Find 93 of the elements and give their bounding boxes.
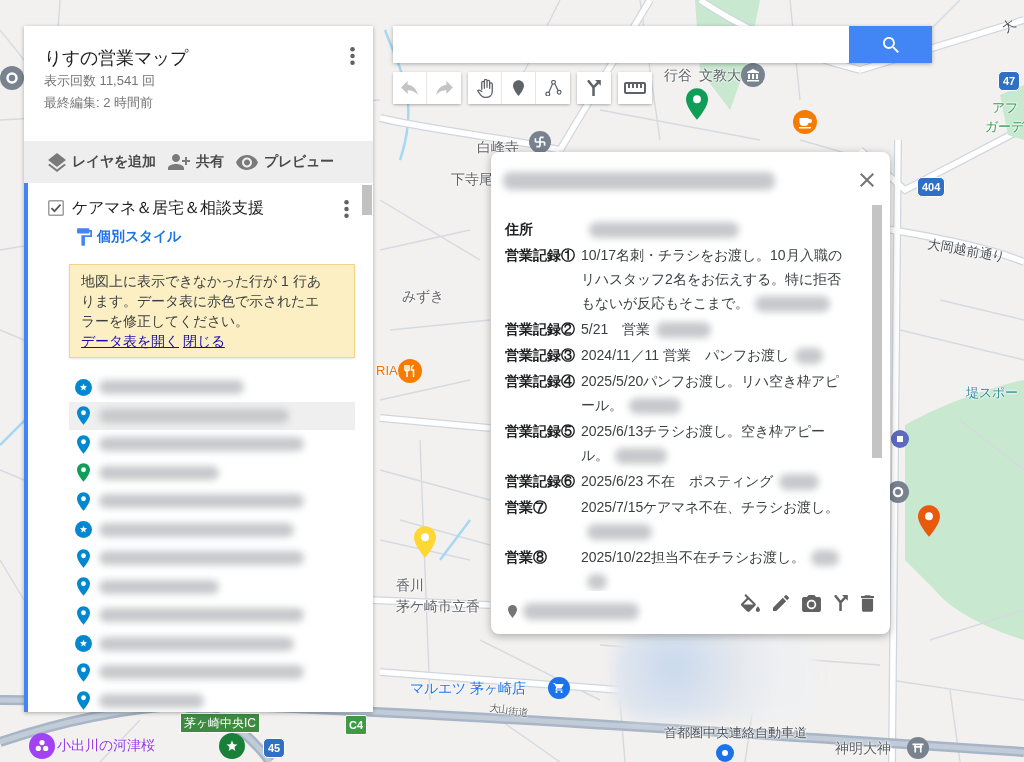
layer-name: ケアマネ＆居宅＆相談支援: [72, 197, 265, 218]
ruler-icon: [624, 82, 646, 94]
layers-icon: [48, 152, 66, 172]
landmark-label: 小出川の河津桜: [57, 737, 155, 753]
road-label: 大山街道: [488, 702, 530, 720]
field-label: 営業記録⑥: [505, 472, 576, 491]
place-label: 文教大: [699, 67, 741, 83]
place-label: 行谷: [664, 67, 692, 83]
scrollbar-thumb[interactable]: [362, 185, 372, 215]
field-value: 2025/5/20パンフお渡し。リハ空き枠アピール。: [581, 372, 841, 417]
preview-button[interactable]: プレビュー: [236, 153, 334, 171]
pencil-icon[interactable]: [773, 595, 789, 611]
directions-button[interactable]: [577, 72, 611, 104]
directions-icon: [587, 80, 601, 96]
more-options-icon[interactable]: [344, 199, 349, 218]
place-label: 下寺尾: [451, 171, 493, 187]
eye-icon: [236, 154, 258, 170]
paint-roller-icon: [77, 228, 92, 246]
road-label: 首都圏中央連絡自動車道: [664, 725, 807, 741]
place-label: 神明大神: [835, 740, 891, 756]
route-shield: 404: [917, 177, 946, 197]
shop-label: マルエツ 茅ヶ崎店: [410, 680, 526, 696]
place-label: みずき: [402, 288, 444, 304]
park-label: ガーデ: [985, 119, 1024, 135]
field-value: 2024/11／11 営業 パンフお渡し: [581, 343, 844, 367]
road-label: 大岡越前通り: [926, 236, 1007, 266]
field-value: 2025/6/23 不在 ポスティング: [581, 469, 844, 493]
field-value: 10/17名刺・チラシをお渡し。10月入職のリハスタッフ2名をお伝えする。特に拒否もないが反応もそこまで。: [581, 246, 843, 315]
paint-bucket-icon[interactable]: [741, 594, 760, 612]
close-link[interactable]: 閉じる: [182, 333, 225, 349]
directions-icon[interactable]: [834, 595, 848, 611]
view-count: 表示回数 11,541 回: [44, 72, 157, 90]
place-label: 香川: [396, 577, 424, 593]
field-value: 2025/10/22担当不在チラシお渡し。: [581, 545, 844, 591]
place-icon[interactable]: [716, 744, 734, 762]
road-label: 大: [999, 16, 1020, 37]
field-label: 営業⑧: [505, 548, 548, 567]
flower-icon[interactable]: [29, 733, 55, 759]
location-pin-icon: [508, 605, 517, 618]
field-label: 営業⑦: [505, 498, 548, 517]
field-label: 営業記録①: [505, 246, 576, 265]
camera-icon[interactable]: [802, 594, 821, 612]
school-icon[interactable]: [741, 63, 765, 87]
close-icon[interactable]: [860, 173, 874, 187]
checkbox[interactable]: [48, 200, 64, 216]
measure-button[interactable]: [618, 72, 652, 104]
temple-icon[interactable]: [529, 131, 551, 153]
place-icon[interactable]: [891, 430, 909, 448]
scrollbar-thumb[interactable]: [872, 205, 882, 458]
map-pin-icon[interactable]: [686, 88, 708, 120]
add-layer-button[interactable]: レイヤを追加: [48, 152, 156, 172]
search-field[interactable]: [393, 26, 849, 63]
shrine-icon[interactable]: [907, 737, 929, 759]
search-button[interactable]: [849, 26, 932, 63]
shopping-cart-icon[interactable]: [548, 677, 570, 699]
place-icon[interactable]: [0, 66, 24, 90]
draw-line-button[interactable]: [536, 72, 570, 104]
route-shield: 47: [998, 71, 1021, 91]
person-add-icon: [168, 154, 190, 170]
trash-icon[interactable]: [861, 594, 874, 612]
search-icon: [882, 36, 899, 53]
field-value: 2025/6/13チラシお渡し。空き枠アピール。: [581, 422, 827, 467]
field-value: 5/21 営業: [581, 317, 844, 341]
cafe-icon[interactable]: [793, 110, 817, 134]
field-label: 住所: [505, 220, 534, 239]
more-options-icon[interactable]: [350, 47, 355, 65]
park-label: アフ: [992, 100, 1018, 116]
field-label: 営業記録⑤: [505, 422, 576, 441]
restaurant-icon[interactable]: [398, 359, 422, 383]
map-pin-icon[interactable]: [918, 505, 940, 537]
open-table-link[interactable]: データ表を開く: [81, 333, 179, 349]
interchange-label: 茅ヶ崎中央IC: [180, 713, 260, 733]
pan-tool-button[interactable]: [468, 72, 502, 104]
place-label: 茅ケ崎市立香: [396, 598, 480, 614]
map-title: りすの営業マップ: [44, 47, 188, 70]
field-label: 営業記録③: [505, 346, 576, 365]
undo-icon: [401, 81, 418, 95]
last-edited: 最終編集: 2 時間前: [44, 94, 155, 112]
field-label: 営業記録②: [505, 320, 576, 339]
route-shield: 45: [263, 738, 286, 758]
style-link[interactable]: 個別スタイル: [77, 227, 181, 247]
restaurant-label: RIA: [376, 363, 398, 379]
add-marker-button[interactable]: [502, 72, 536, 104]
field-value: 2025/7/15ケアマネ不在、チラシお渡し。: [581, 495, 844, 543]
warning-message: 地図上に表示できなかった行が 1 行あります。データ表に赤色で示されたエラーを修正してください。: [81, 273, 321, 329]
hand-icon: [476, 78, 493, 98]
route-shield: C4: [345, 715, 368, 735]
share-button[interactable]: 共有: [168, 153, 224, 171]
marker-icon: [513, 80, 524, 96]
line-icon: [544, 80, 562, 96]
redo-icon: [435, 81, 453, 95]
park-label: 堤スポー: [966, 385, 1018, 401]
field-label: 営業記録④: [505, 372, 576, 391]
